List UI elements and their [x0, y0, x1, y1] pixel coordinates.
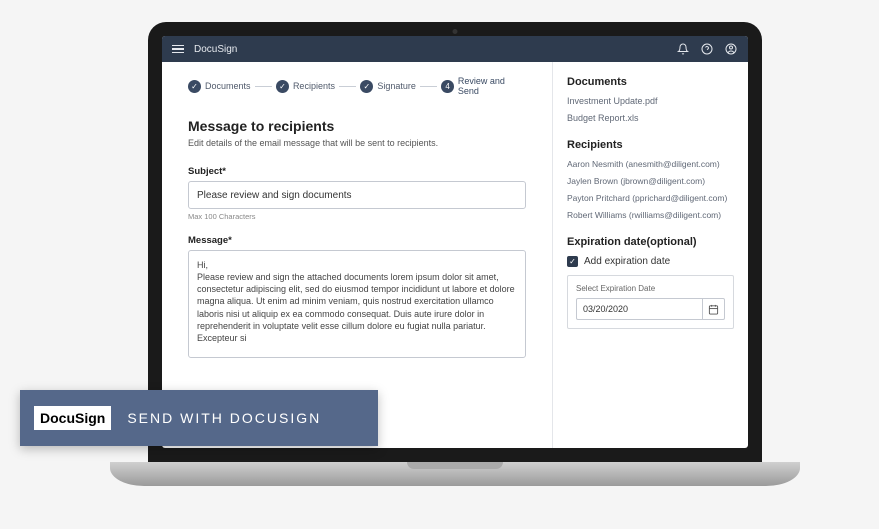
check-icon: ✓: [276, 80, 289, 93]
step-label: Signature: [377, 81, 416, 91]
date-picker-box: Select Expiration Date 03/20/2020: [567, 275, 734, 329]
subject-helper: Max 100 Characters: [188, 212, 526, 221]
documents-section: Documents Investment Update.pdf Budget R…: [567, 76, 734, 123]
expiration-title: Expiration date(optional): [567, 236, 734, 248]
step-connector: [339, 86, 356, 87]
message-input[interactable]: [188, 250, 526, 358]
app-title: DocuSign: [194, 44, 237, 55]
subject-input[interactable]: [188, 181, 526, 209]
calendar-icon[interactable]: [702, 299, 724, 319]
step-documents[interactable]: ✓ Documents: [188, 80, 251, 93]
page-title: Message to recipients: [188, 118, 526, 134]
document-item[interactable]: Budget Report.xls: [567, 113, 734, 123]
recipients-section: Recipients Aaron Nesmith (anesmith@dilig…: [567, 139, 734, 220]
date-input[interactable]: 03/20/2020: [576, 298, 725, 320]
recipients-title: Recipients: [567, 139, 734, 151]
subject-label: Subject*: [188, 166, 526, 177]
step-recipients[interactable]: ✓ Recipients: [276, 80, 335, 93]
page-subtitle: Edit details of the email message that w…: [188, 138, 526, 148]
banner-text: SEND WITH DOCUSIGN: [127, 410, 321, 426]
user-avatar-icon[interactable]: [724, 42, 738, 56]
add-expiration-checkbox[interactable]: ✓ Add expiration date: [567, 256, 734, 267]
checkbox-label: Add expiration date: [584, 256, 670, 267]
check-icon: ✓: [360, 80, 373, 93]
step-label: Documents: [205, 81, 251, 91]
step-review-send[interactable]: 4 Review and Send: [441, 76, 526, 96]
step-number-icon: 4: [441, 80, 454, 93]
step-label: Review and Send: [458, 76, 526, 96]
sidebar-panel: Documents Investment Update.pdf Budget R…: [552, 62, 748, 448]
send-with-docusign-banner[interactable]: DocuSign SEND WITH DOCUSIGN: [20, 390, 378, 446]
check-icon: ✓: [188, 80, 201, 93]
camera-dot: [453, 29, 458, 34]
expiration-section: Expiration date(optional) ✓ Add expirati…: [567, 236, 734, 329]
top-bar: DocuSign: [162, 36, 748, 62]
recipient-item: Robert Williams (rwilliams@diligent.com): [567, 210, 734, 220]
step-label: Recipients: [293, 81, 335, 91]
docusign-logo: DocuSign: [34, 406, 111, 430]
bell-icon[interactable]: [676, 42, 690, 56]
laptop-base: [110, 462, 800, 486]
message-label: Message*: [188, 235, 526, 246]
help-icon[interactable]: [700, 42, 714, 56]
progress-stepper: ✓ Documents ✓ Recipients ✓ Signature: [188, 76, 526, 96]
documents-title: Documents: [567, 76, 734, 88]
step-connector: [255, 86, 272, 87]
recipient-item: Aaron Nesmith (anesmith@diligent.com): [567, 159, 734, 169]
checkbox-checked-icon: ✓: [567, 256, 578, 267]
step-signature[interactable]: ✓ Signature: [360, 80, 416, 93]
recipient-item: Jaylen Brown (jbrown@diligent.com): [567, 176, 734, 186]
date-value: 03/20/2020: [577, 304, 702, 314]
date-label: Select Expiration Date: [576, 284, 725, 293]
document-item[interactable]: Investment Update.pdf: [567, 96, 734, 106]
app-screen: DocuSign ✓: [162, 36, 748, 448]
step-connector: [420, 86, 437, 87]
recipient-item: Payton Pritchard (pprichard@diligent.com…: [567, 193, 734, 203]
hamburger-icon[interactable]: [172, 45, 184, 54]
